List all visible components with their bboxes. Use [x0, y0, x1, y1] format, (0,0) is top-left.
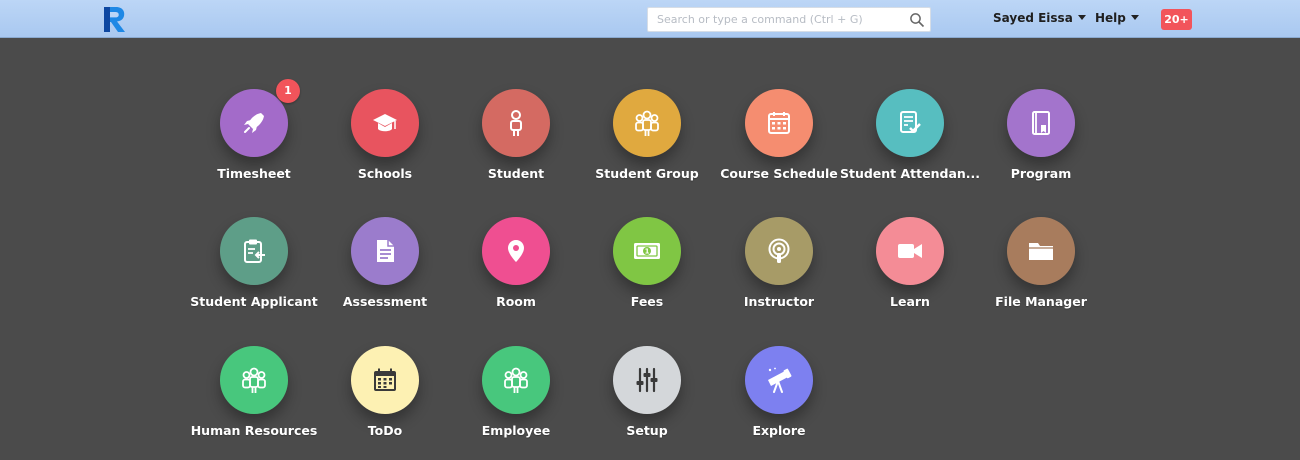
module-label: Learn	[890, 294, 930, 309]
banknote-icon: 1	[634, 243, 660, 259]
module-tile-explore[interactable]: Explore	[704, 346, 854, 456]
user-menu[interactable]: Sayed Eissa	[993, 11, 1086, 25]
video-camera-icon	[898, 244, 922, 258]
module-tile-human-resources[interactable]: Human Resources	[179, 346, 329, 456]
book-icon	[1032, 111, 1050, 135]
module-icon-circle[interactable]	[876, 217, 944, 285]
module-tile-employee[interactable]: Employee	[441, 346, 591, 456]
people-icon	[242, 367, 266, 393]
student-icon	[510, 110, 522, 136]
module-label: Setup	[626, 423, 668, 438]
podcast-icon	[768, 238, 790, 263]
module-label: Human Resources	[190, 423, 318, 438]
telescope-icon	[768, 367, 792, 393]
clipboard-icon	[244, 239, 265, 263]
module-tile-instructor[interactable]: Instructor	[704, 217, 854, 327]
top-navbar: Sayed Eissa Help 20+	[0, 0, 1300, 38]
calendar-icon	[768, 112, 790, 134]
notifications-badge[interactable]: 20+	[1161, 9, 1192, 30]
module-label: Timesheet	[217, 166, 291, 181]
chevron-down-icon	[1077, 15, 1086, 20]
module-label: Assessment	[342, 294, 428, 309]
module-icon-circle[interactable]	[613, 89, 681, 157]
module-icon-circle[interactable]	[745, 89, 813, 157]
module-label: Student Attendan...	[839, 166, 981, 181]
module-icon-circle[interactable]	[745, 217, 813, 285]
help-menu[interactable]: Help	[1095, 11, 1139, 25]
module-label: Student	[487, 166, 545, 181]
module-icon-circle[interactable]	[745, 346, 813, 414]
folder-icon	[1029, 243, 1053, 260]
module-label: Explore	[752, 423, 806, 438]
module-tile-student-attendan[interactable]: Student Attendan...	[835, 89, 985, 199]
help-menu-label: Help	[1095, 11, 1126, 25]
sliders-icon	[636, 367, 658, 393]
module-tile-program[interactable]: Program	[966, 89, 1116, 199]
module-icon-circle[interactable]	[351, 89, 419, 157]
module-tile-assessment[interactable]: Assessment	[310, 217, 460, 327]
module-tile-student[interactable]: Student	[441, 89, 591, 199]
module-label: Student Applicant	[190, 294, 318, 309]
search-input[interactable]	[648, 8, 897, 31]
module-icon-circle[interactable]	[351, 346, 419, 414]
module-icon-circle[interactable]	[220, 346, 288, 414]
module-label: Course Schedule	[720, 166, 838, 181]
module-label: Schools	[357, 166, 413, 181]
module-icon-circle[interactable]	[613, 346, 681, 414]
module-tile-room[interactable]: Room	[441, 217, 591, 327]
module-icon-circle[interactable]	[220, 89, 288, 157]
module-tile-course-schedule[interactable]: Course Schedule	[704, 89, 854, 199]
employees-icon	[504, 367, 528, 393]
module-tile-todo[interactable]: ToDo	[310, 346, 460, 456]
attendance-icon	[900, 111, 921, 133]
module-icon-circle[interactable]	[482, 217, 550, 285]
module-tile-schools[interactable]: Schools	[310, 89, 460, 199]
module-label: ToDo	[367, 423, 403, 438]
module-tile-setup[interactable]: Setup	[572, 346, 722, 456]
user-menu-label: Sayed Eissa	[993, 11, 1073, 25]
calendar-grid-icon	[374, 368, 396, 391]
search-icon[interactable]	[909, 12, 925, 28]
document-icon	[377, 240, 394, 262]
module-icon-circle[interactable]: 1	[613, 217, 681, 285]
notification-count-badge: 1	[276, 79, 300, 103]
module-tile-student-group[interactable]: Student Group	[572, 89, 722, 199]
rocket-icon	[244, 113, 264, 133]
module-label: Program	[1010, 166, 1072, 181]
module-tile-learn[interactable]: Learn	[835, 217, 985, 327]
search-box	[647, 7, 931, 32]
app-logo-icon[interactable]	[101, 5, 127, 33]
module-label: Fees	[630, 294, 664, 309]
module-icon-circle[interactable]	[482, 346, 550, 414]
svg-text:1: 1	[645, 248, 650, 256]
module-icon-circle[interactable]	[482, 89, 550, 157]
module-icon-circle[interactable]	[351, 217, 419, 285]
module-label: Room	[496, 294, 536, 309]
group-icon	[635, 110, 659, 136]
graduation-cap-icon	[373, 114, 397, 132]
module-label: Employee	[481, 423, 551, 438]
module-tile-timesheet[interactable]: 1 Timesheet	[179, 79, 329, 199]
module-icon-circle[interactable]	[1007, 89, 1075, 157]
module-icon-circle[interactable]	[1007, 217, 1075, 285]
module-tile-fees[interactable]: 1 Fees	[572, 217, 722, 327]
chevron-down-icon	[1130, 15, 1139, 20]
map-pin-icon	[508, 240, 524, 262]
module-tile-file-manager[interactable]: File Manager	[966, 217, 1116, 327]
module-icon-circle[interactable]	[220, 217, 288, 285]
module-label: Instructor	[743, 294, 815, 309]
module-label: File Manager	[995, 294, 1087, 309]
module-label: Student Group	[595, 166, 699, 181]
module-tile-student-applicant[interactable]: Student Applicant	[179, 217, 329, 327]
module-icon-circle[interactable]	[876, 89, 944, 157]
